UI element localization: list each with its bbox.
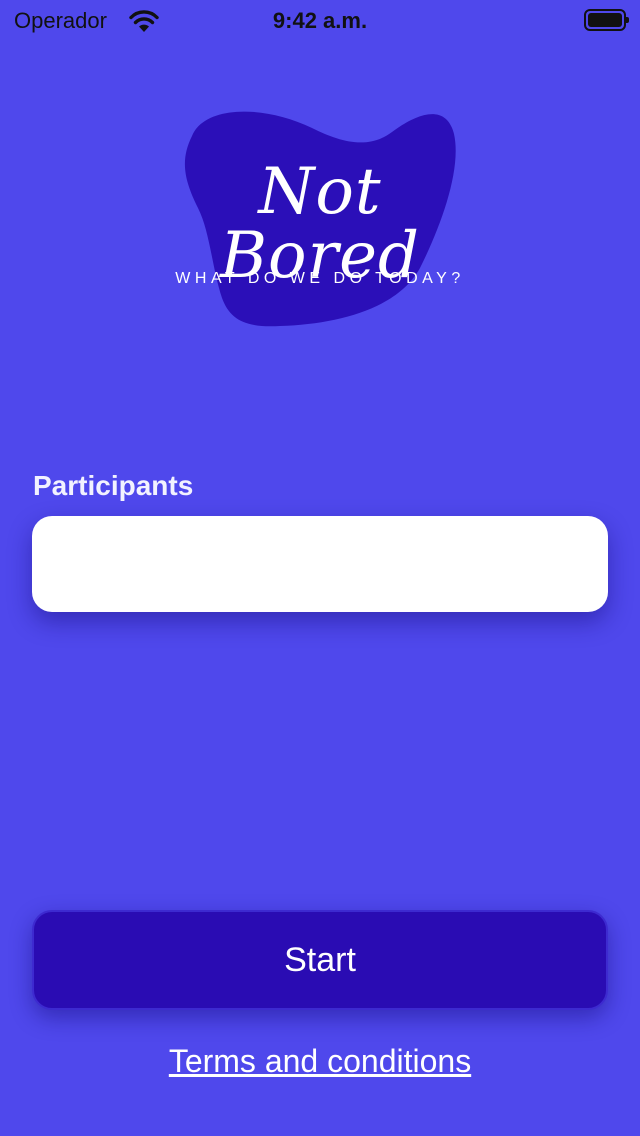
terms-and-conditions-link[interactable]: Terms and conditions	[0, 1043, 640, 1080]
participants-input[interactable]	[32, 516, 608, 612]
logo-tagline: WHAT DO WE DO TODAY?	[175, 270, 465, 287]
start-button[interactable]: Start	[32, 910, 608, 1010]
participants-label: Participants	[33, 470, 194, 501]
logo-title: Not Bored	[220, 155, 420, 293]
app-logo: Not Bored WHAT DO WE DO TODAY?	[0, 0, 640, 360]
